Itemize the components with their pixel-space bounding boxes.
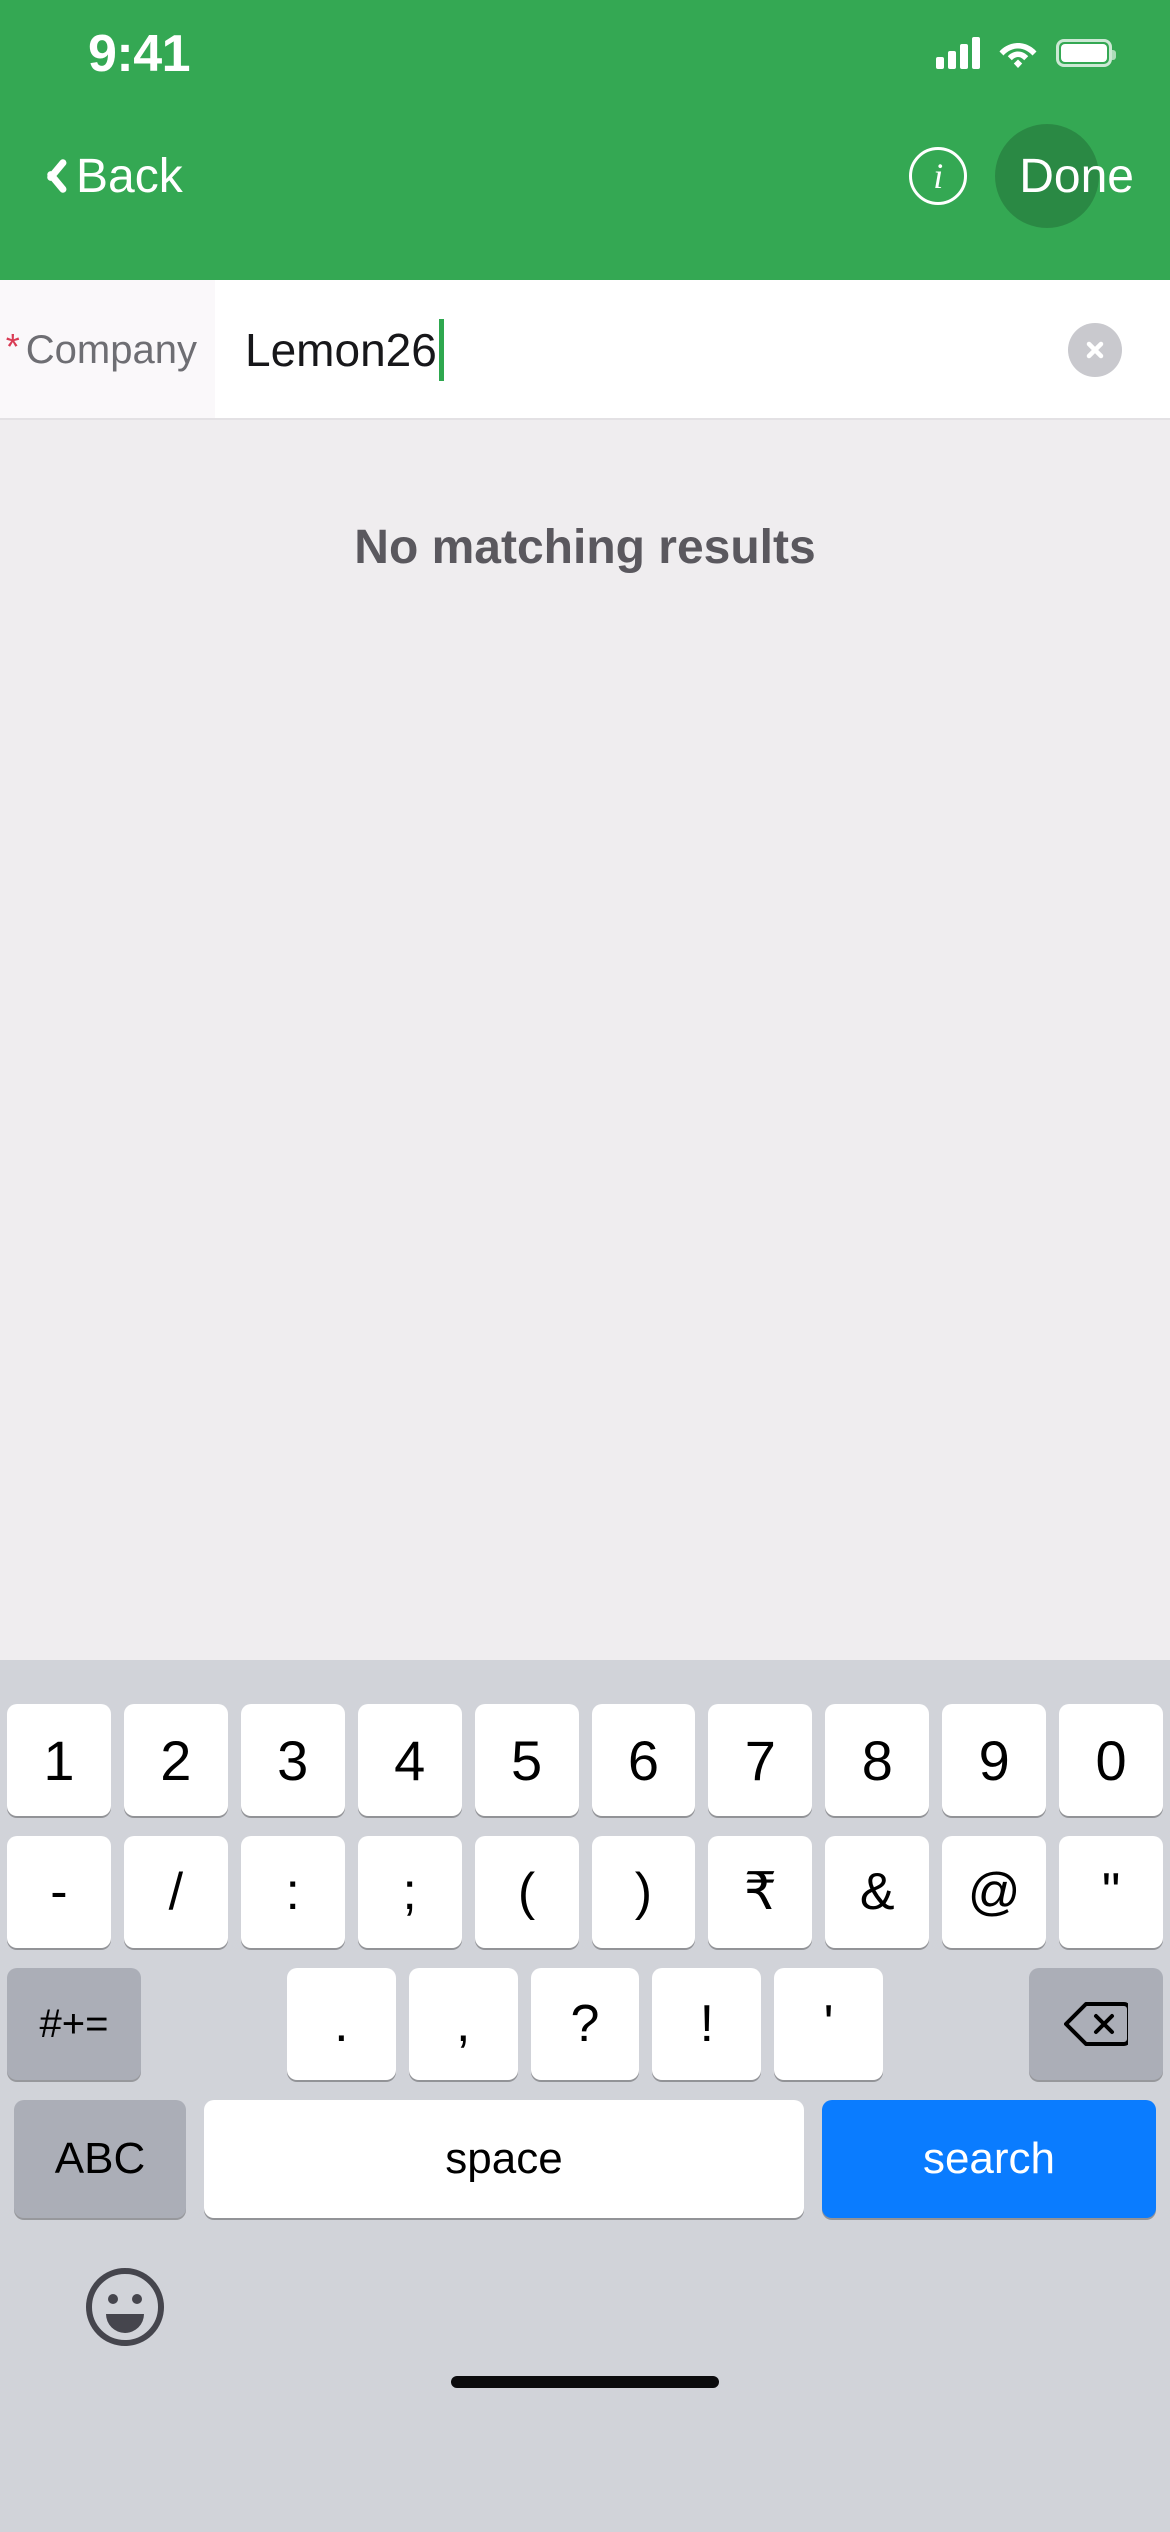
key-4[interactable]: 4 (357, 1704, 462, 1816)
keyboard-row-punctuation: #+= . , ? ! ' (7, 1968, 1163, 2080)
company-field-label: Company (25, 327, 197, 372)
home-indicator[interactable] (451, 2376, 719, 2388)
back-button-label: Back (76, 149, 183, 203)
company-field-label-cell: * Company (0, 280, 215, 420)
key-8[interactable]: 8 (825, 1704, 930, 1816)
status-bar-icons (936, 30, 1116, 76)
company-search-input[interactable]: Lemon26 (215, 280, 1170, 420)
key-hyphen[interactable]: - (6, 1836, 111, 1948)
key-paren-close[interactable]: ) (591, 1836, 696, 1948)
key-2[interactable]: 2 (123, 1704, 228, 1816)
navigation-bar-actions: i Done (909, 124, 1134, 228)
key-5[interactable]: 5 (474, 1704, 579, 1816)
key-6[interactable]: 6 (591, 1704, 696, 1816)
status-bar: 9:41 (0, 0, 1170, 100)
keyboard-bottom-bar (0, 2246, 1170, 2426)
emoji-smiley-icon[interactable] (82, 2264, 168, 2350)
key-7[interactable]: 7 (708, 1704, 813, 1816)
key-paren-open[interactable]: ( (474, 1836, 579, 1948)
wifi-icon (998, 37, 1038, 69)
search-results-area: No matching results (0, 420, 1170, 1660)
key-delete[interactable] (1028, 1968, 1163, 2080)
key-symbols-toggle[interactable]: #+= (7, 1968, 141, 2080)
keyboard-row-numbers: 1 2 3 4 5 6 7 8 9 0 (6, 1704, 1164, 1816)
key-0[interactable]: 0 (1059, 1704, 1164, 1816)
key-9[interactable]: 9 (942, 1704, 1047, 1816)
key-exclamation[interactable]: ! (652, 1968, 762, 2080)
key-comma[interactable]: , (408, 1968, 518, 2080)
delete-backspace-icon (1063, 2002, 1128, 2046)
keyboard-row-bottom: ABC space search (14, 2100, 1156, 2218)
key-slash[interactable]: / (123, 1836, 228, 1948)
clear-circle-icon (1086, 341, 1104, 359)
info-glyph: i (933, 156, 944, 196)
navigation-bar: Back i Done (0, 100, 1170, 280)
chevron-left-icon (36, 154, 62, 198)
key-colon[interactable]: : (240, 1836, 345, 1948)
back-button[interactable]: Back (22, 136, 197, 216)
status-bar-time: 9:41 (88, 25, 191, 83)
key-abc-toggle[interactable]: ABC (14, 2100, 186, 2218)
key-1[interactable]: 1 (6, 1704, 111, 1816)
key-semicolon[interactable]: ; (357, 1836, 462, 1948)
keyboard-row-symbols: - / : ; ( ) ₹ & @ " (6, 1836, 1164, 1948)
key-question[interactable]: ? (530, 1968, 640, 2080)
key-apostrophe[interactable]: ' (774, 1968, 883, 2080)
company-field-row: * Company Lemon26 (0, 280, 1170, 420)
battery-icon (1056, 39, 1116, 67)
key-period[interactable]: . (287, 1968, 396, 2080)
key-at[interactable]: @ (942, 1836, 1047, 1948)
cellular-signal-icon (936, 37, 980, 69)
phone-screen: 9:41 Back i Done * Company Lemon26 No ma… (0, 0, 1170, 2532)
key-search-return[interactable]: search (822, 2100, 1156, 2218)
no-results-message: No matching results (354, 521, 816, 574)
key-ampersand[interactable]: & (825, 1836, 930, 1948)
key-3[interactable]: 3 (240, 1704, 345, 1816)
text-caret (438, 319, 444, 381)
company-input-value: Lemon26 (245, 324, 437, 376)
key-rupee[interactable]: ₹ (708, 1836, 813, 1948)
info-circle-icon[interactable]: i (909, 147, 968, 205)
key-space[interactable]: space (204, 2100, 804, 2218)
key-quote-double[interactable]: " (1059, 1836, 1164, 1948)
done-button-label: Done (1019, 149, 1134, 203)
on-screen-keyboard: 1 2 3 4 5 6 7 8 9 0 - / : ; ( ) ₹ & @ " … (0, 1660, 1170, 2532)
required-asterisk: * (5, 326, 20, 367)
done-button[interactable]: Done (995, 124, 1134, 228)
clear-text-button[interactable] (1068, 323, 1122, 377)
